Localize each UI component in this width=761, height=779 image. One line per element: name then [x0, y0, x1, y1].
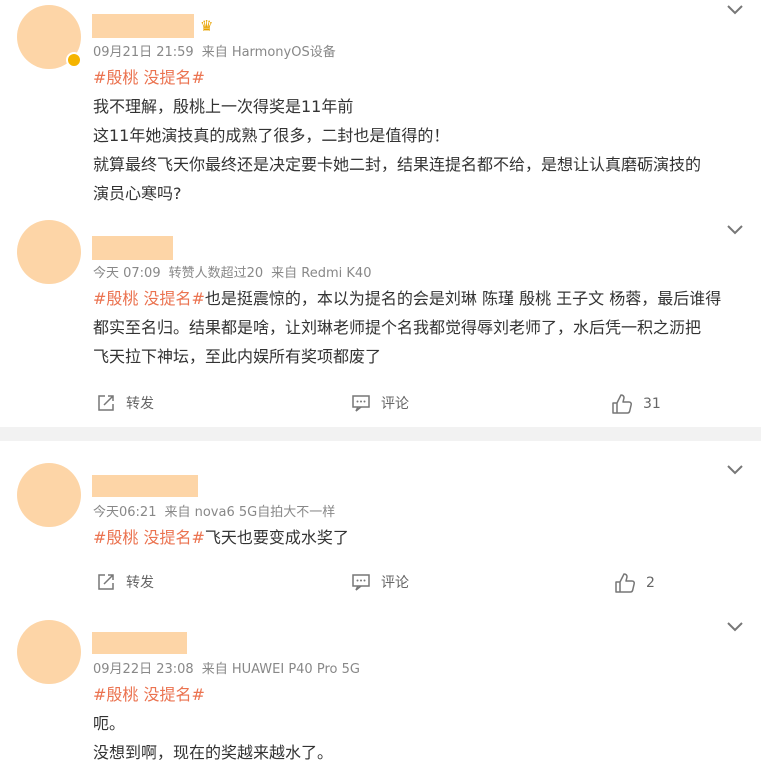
comment-source: 来自 Redmi K40	[271, 266, 372, 281]
like-button[interactable]: 31	[611, 393, 661, 415]
comment-text: #殷桃 没提名#也是挺震惊的，本以为提名的会是刘琳 陈瑾 殷桃 王子文 杨蓉，最…	[93, 284, 721, 371]
comment-text: #殷桃 没提名# 呃。 没想到啊，现在的奖越来越水了。	[93, 680, 333, 767]
topic-link[interactable]: #殷桃 没提名#	[93, 68, 205, 87]
username[interactable]	[92, 14, 194, 38]
comment-line: 也是挺震惊的，本以为提名的会是刘琳 陈瑾 殷桃 王子文 杨蓉，最后谁得	[204, 289, 722, 308]
chevron-down-icon[interactable]	[725, 463, 745, 477]
comment-line: 呃。	[93, 714, 126, 733]
topic-link[interactable]: #殷桃 没提名#	[93, 685, 205, 704]
comment-source: 来自 nova6 5G自拍大不一样	[164, 505, 336, 520]
section-divider	[0, 427, 761, 441]
comment-meta: 09月22日 23:08 来自 HUAWEI P40 Pro 5G	[93, 662, 368, 678]
avatar[interactable]	[17, 620, 81, 684]
comment-button[interactable]: 评论	[351, 393, 409, 413]
comment-line: 我不理解，殷桃上一次得奖是11年前	[93, 97, 354, 116]
comment-source: 来自 HarmonyOS设备	[201, 45, 336, 60]
comment-line: 就算最终飞天你最终还是决定要卡她二封，结果连提名都不给，是想让认真磨砺演技的	[93, 155, 702, 174]
comment-label: 评论	[381, 396, 409, 412]
comment-meta: 今天 07:09 转赞人数超过20 来自 Redmi K40	[93, 266, 379, 282]
comment-line: 这11年她演技真的成熟了很多，二封也是值得的！	[93, 126, 450, 145]
comment-label: 评论	[381, 575, 409, 591]
like-icon	[615, 573, 635, 593]
repost-icon	[98, 395, 114, 411]
like-count: 2	[646, 575, 655, 591]
like-button[interactable]: 2	[614, 572, 655, 594]
chevron-down-icon[interactable]	[725, 3, 745, 17]
topic-link[interactable]: #殷桃 没提名#	[93, 528, 205, 547]
vip-badge-icon	[66, 52, 82, 68]
username[interactable]	[92, 632, 187, 654]
action-bar: 转发 评论 2	[0, 572, 761, 596]
comment-line: 演员心寒吗?	[93, 184, 182, 203]
comment-icon	[352, 395, 370, 412]
comment-date: 今天06:21	[93, 505, 157, 520]
avatar[interactable]	[17, 463, 81, 527]
comment-line: 都实至名归。结果都是啥，让刘琳老师提个名我都觉得辱刘老师了，水后凭一积之沥把	[93, 318, 702, 337]
comment-source: 来自 HUAWEI P40 Pro 5G	[201, 662, 360, 677]
comment-text: #殷桃 没提名# 我不理解，殷桃上一次得奖是11年前 这11年她演技真的成熟了很…	[93, 63, 701, 208]
comment-extra: 转赞人数超过20	[168, 266, 264, 281]
comment-date: 09月22日 23:08	[93, 662, 194, 677]
comment-meta: 今天06:21 来自 nova6 5G自拍大不一样	[93, 505, 343, 521]
username[interactable]	[92, 236, 173, 260]
comment-button[interactable]: 评论	[351, 572, 409, 592]
comment-line: 飞天也要变成水奖了	[204, 528, 349, 547]
chevron-down-icon[interactable]	[725, 223, 745, 237]
comment-meta: 09月21日 21:59 来自 HarmonyOS设备	[93, 45, 344, 61]
like-icon	[612, 394, 632, 414]
comment-date: 今天 07:09	[93, 266, 161, 281]
repost-label: 转发	[126, 575, 154, 591]
comment-line: 没想到啊，现在的奖越来越水了。	[93, 743, 334, 762]
repost-label: 转发	[126, 396, 154, 412]
crown-icon: ♛	[200, 17, 214, 35]
topic-link[interactable]: #殷桃 没提名#	[93, 289, 205, 308]
repost-icon	[98, 574, 114, 590]
repost-button[interactable]: 转发	[96, 393, 154, 413]
comment-line: 飞天拉下神坛，至此内娱所有奖项都废了	[93, 347, 382, 366]
like-count: 31	[643, 396, 661, 412]
comment-icon	[352, 574, 370, 591]
avatar[interactable]	[17, 220, 81, 284]
action-bar: 转发 评论 31	[0, 393, 761, 417]
chevron-down-icon[interactable]	[725, 620, 745, 634]
comment-date: 09月21日 21:59	[93, 45, 194, 60]
username[interactable]	[92, 475, 198, 497]
repost-button[interactable]: 转发	[96, 572, 154, 592]
comment-text: #殷桃 没提名#飞天也要变成水奖了	[93, 523, 349, 552]
